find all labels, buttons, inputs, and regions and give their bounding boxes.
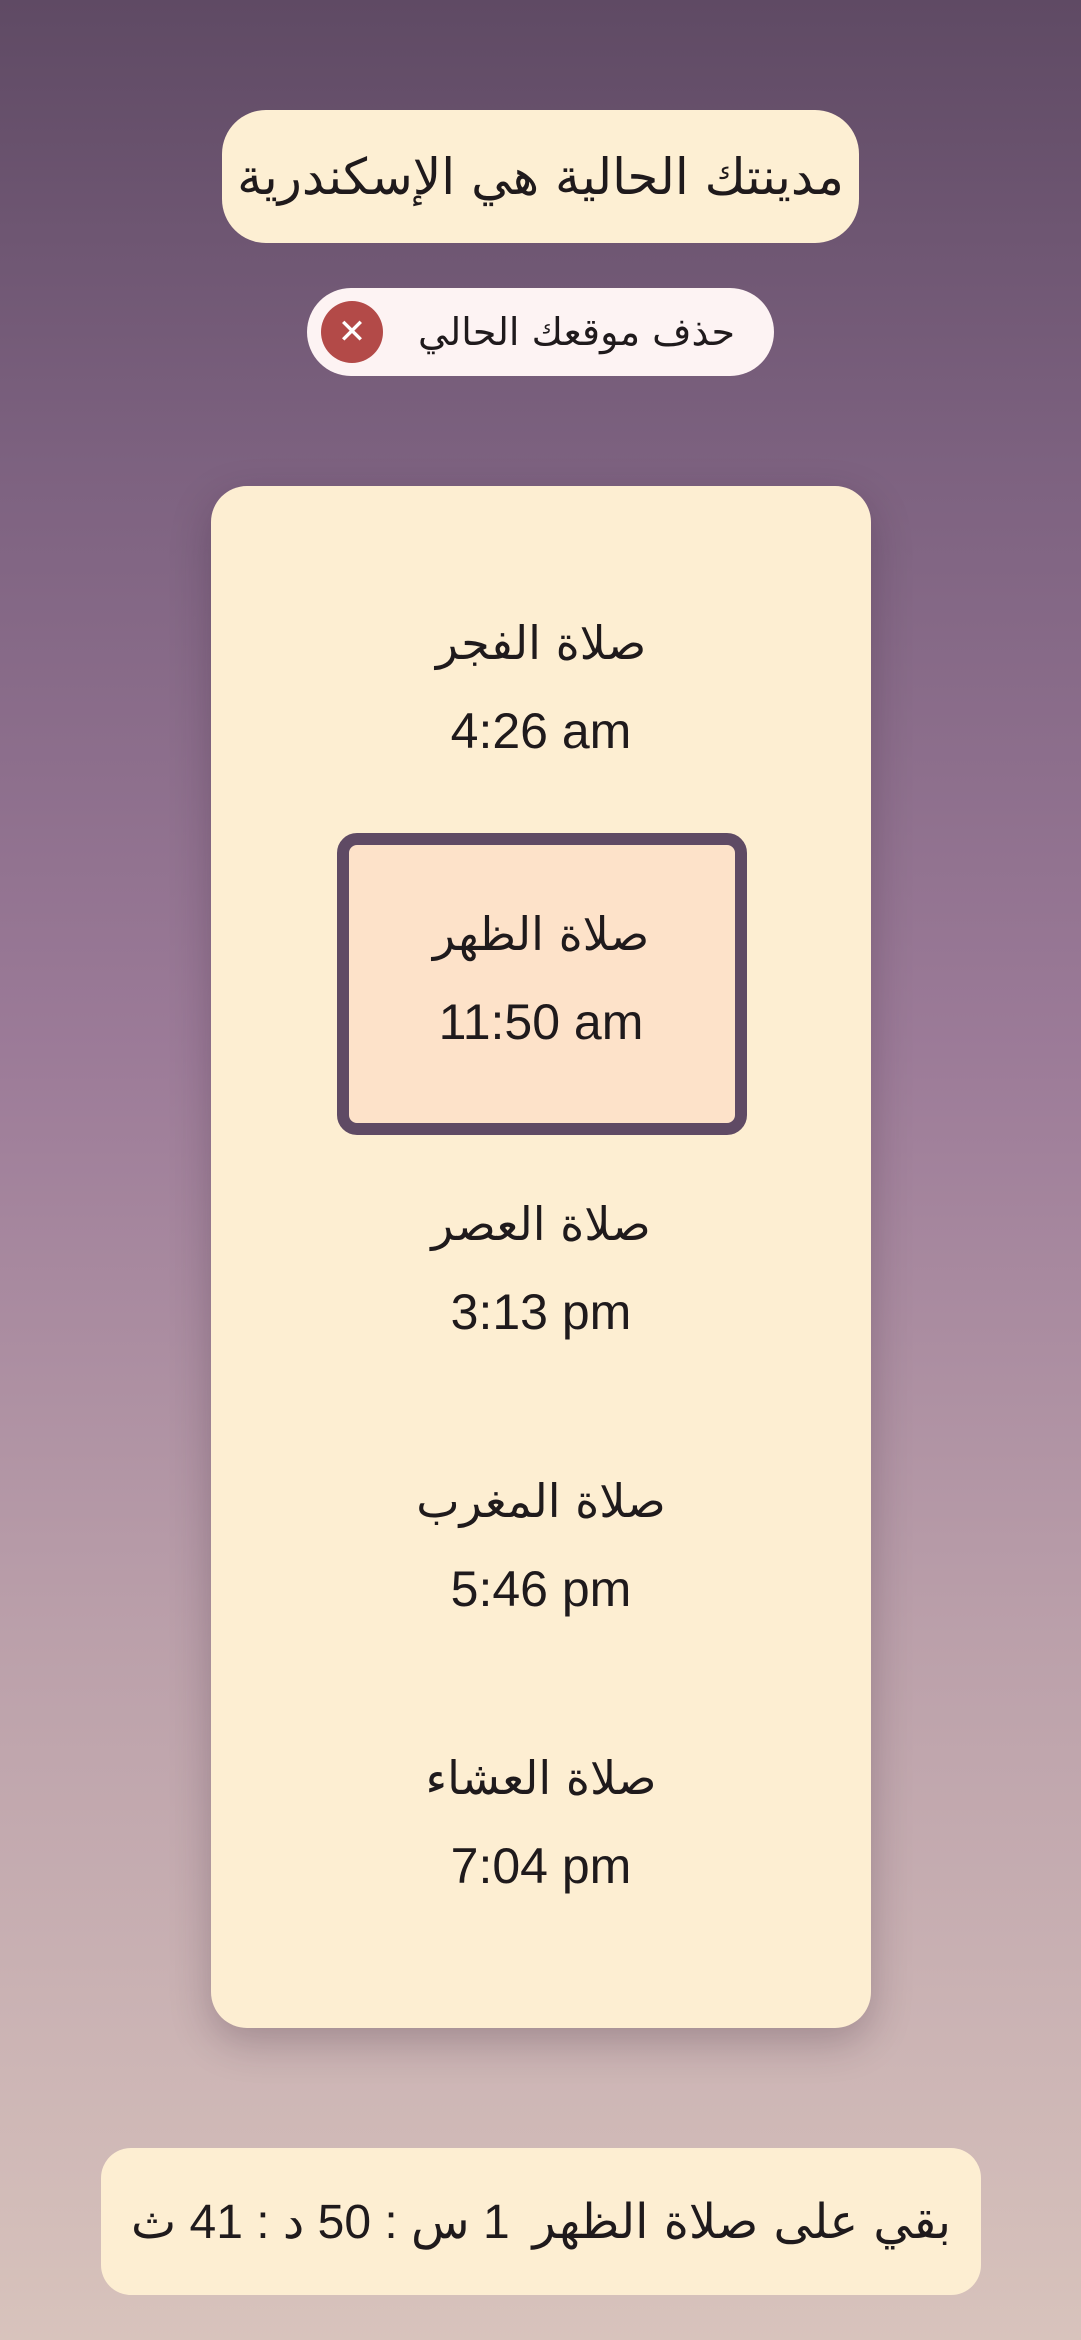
next-prayer-countdown: بقي على صلاة الظهر 1 س : 50 د : 41 ث	[101, 2148, 981, 2295]
prayer-time: 11:50 am	[438, 994, 644, 1050]
current-city-label: مدينتك الحالية هي الإسكندرية	[222, 110, 859, 243]
prayer-asr: صلاة العصر 3:13 pm	[211, 1197, 871, 1341]
prayer-fajr: صلاة الفجر 4:26 am	[211, 616, 871, 760]
prayer-time: 7:04 pm	[450, 1838, 632, 1894]
prayer-dhuhr: صلاة الظهر 11:50 am	[211, 907, 871, 1051]
remove-location-button[interactable]: ✕ حذف موقعك الحالي	[307, 288, 774, 376]
current-city-text: مدينتك الحالية هي الإسكندرية	[237, 147, 844, 206]
prayer-name: صلاة العشاء	[425, 1751, 657, 1805]
countdown-value: 1 س : 50 د : 41 ث	[131, 2195, 510, 2249]
prayer-times-card: صلاة الفجر 4:26 am صلاة الظهر 11:50 am ص…	[211, 486, 871, 2028]
prayer-time: 4:26 am	[450, 703, 632, 759]
prayer-name: صلاة العصر	[431, 1197, 651, 1251]
prayer-time: 5:46 pm	[450, 1561, 632, 1617]
prayer-maghrib: صلاة المغرب 5:46 pm	[211, 1474, 871, 1618]
prayer-name: صلاة الفجر	[435, 616, 647, 670]
prayer-name: صلاة المغرب	[416, 1474, 666, 1528]
close-icon[interactable]: ✕	[321, 301, 383, 363]
prayer-time: 3:13 pm	[450, 1284, 632, 1340]
countdown-label: بقي على صلاة الظهر	[532, 2193, 951, 2250]
prayer-isha: صلاة العشاء 7:04 pm	[211, 1751, 871, 1895]
remove-location-label: حذف موقعك الحالي	[418, 310, 735, 354]
prayer-name: صلاة الظهر	[432, 907, 650, 961]
